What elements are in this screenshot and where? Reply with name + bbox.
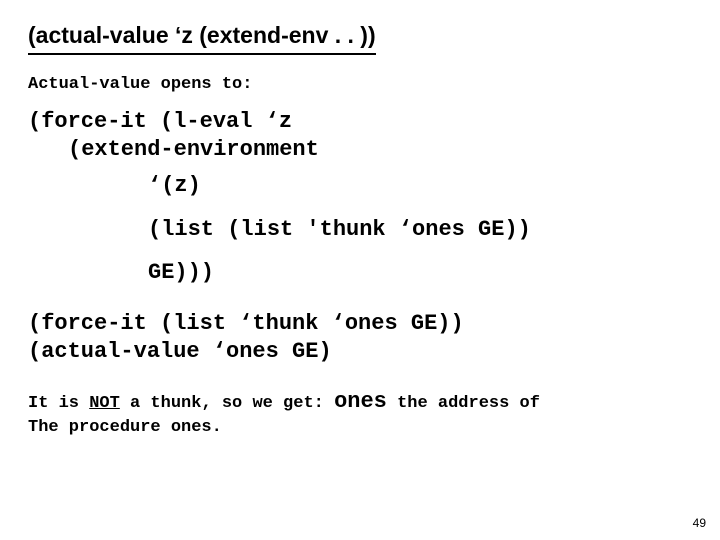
page-number: 49 [693,516,706,530]
summary-text: It is NOT a thunk, so we get: ones the a… [28,387,692,440]
code-e-line2: (actual-value ‘ones GE) [28,338,692,366]
intro-line: Actual-value opens to: [28,75,692,94]
summary-post1: the address of [387,394,540,413]
code-block-c: (list (list 'thunk ‘ones GE)) [148,215,692,245]
code-block-d: GE))) [148,258,692,288]
code-block-e: (force-it (list ‘thunk ‘ones GE)) (actua… [28,310,692,365]
code-a-line2: (extend-environment [28,136,692,164]
summary-post2: The procedure ones. [28,418,222,437]
summary-pre: It is [28,394,89,413]
summary-ones: ones [334,389,387,414]
summary-not: NOT [89,394,120,413]
code-block-a: (force-it (l-eval ‘z (extend-environment [28,108,692,163]
code-a-line1: (force-it (l-eval ‘z [28,108,692,136]
slide-title: (actual-value ‘z (extend-env . . )) [28,22,376,55]
summary-mid: a thunk, so we get: [120,394,334,413]
code-block-b: ‘(z) [148,171,692,201]
code-e-line1: (force-it (list ‘thunk ‘ones GE)) [28,310,692,338]
